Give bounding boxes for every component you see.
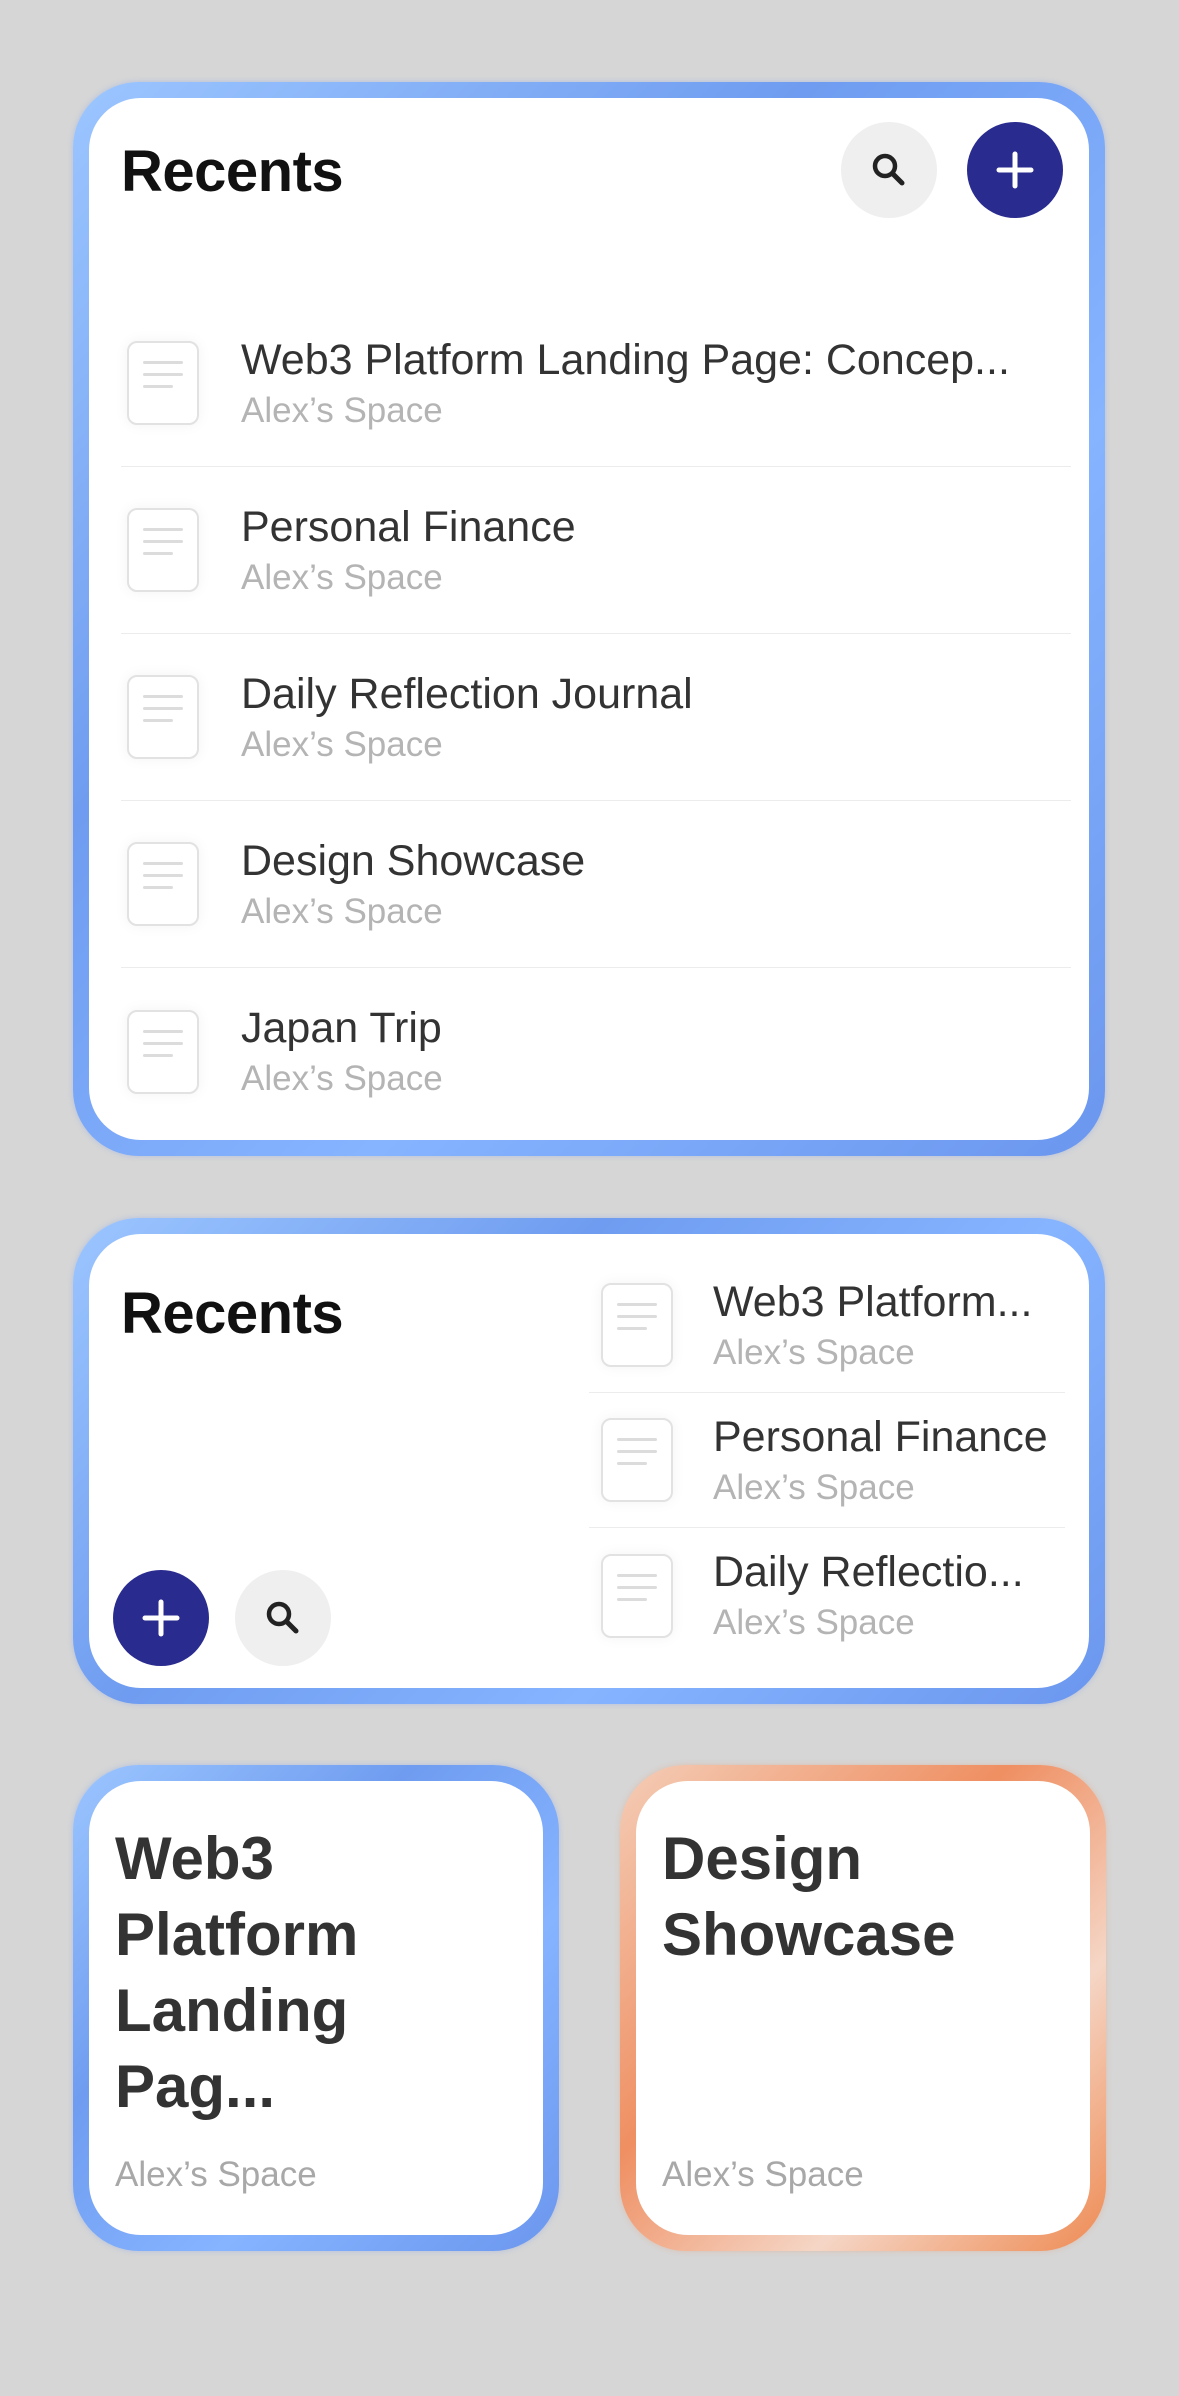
recents-widget-medium[interactable]: Recents Web3 Platform... Alex’s Space Pe… [73, 1218, 1105, 1704]
document-icon [127, 842, 199, 926]
plus-icon [996, 151, 1034, 189]
widget-title: Recents [121, 139, 344, 204]
list-item[interactable]: Japan Trip Alex’s Space [121, 968, 1071, 1135]
item-title: Personal Finance [241, 502, 576, 551]
document-icon [127, 1009, 199, 1094]
recents-widget-medium-card: Recents Web3 Platform... Alex’s Space Pe… [89, 1234, 1089, 1688]
document-icon [601, 1553, 673, 1638]
item-subtitle: Alex’s Space [241, 891, 443, 931]
search-button[interactable] [841, 122, 937, 218]
page-widget-small-card: Web3 Platform Landing Pag... Alex’s Spac… [89, 1781, 543, 2235]
item-subtitle: Alex’s Space [241, 1059, 443, 1098]
recents-widget-large[interactable]: Recents Web3 Platform Landing Page: Conc… [73, 82, 1105, 1156]
search-icon [266, 1601, 299, 1634]
page-title: Web3 Platform Landing Pag... [115, 1825, 359, 2120]
page-widget-small-card: Design Showcase Alex’s Space [636, 1781, 1090, 2235]
search-icon [872, 153, 905, 186]
list-item[interactable]: Personal Finance Alex’s Space [589, 1393, 1065, 1528]
document-icon [127, 341, 199, 425]
item-title: Design Showcase [241, 836, 586, 885]
page-subtitle: Alex’s Space [662, 2155, 864, 2194]
document-icon [601, 1418, 673, 1502]
document-icon [127, 675, 199, 759]
list-item[interactable]: Personal Finance Alex’s Space [121, 467, 1071, 634]
recents-widget-large-card: Recents Web3 Platform Landing Page: Conc… [89, 98, 1089, 1140]
list-item[interactable]: Web3 Platform... Alex’s Space [589, 1258, 1065, 1393]
item-title: Japan Trip [241, 1004, 442, 1052]
item-subtitle: Alex’s Space [241, 724, 443, 764]
recents-list: Web3 Platform Landing Page: Concep... Al… [121, 300, 1071, 1135]
item-subtitle: Alex’s Space [241, 390, 443, 430]
item-subtitle: Alex’s Space [713, 1603, 915, 1642]
item-title: Web3 Platform Landing Page: Concep... [241, 335, 1010, 384]
page-subtitle: Alex’s Space [115, 2155, 317, 2194]
widget-title: Recents [121, 1281, 344, 1346]
add-page-button[interactable] [113, 1570, 209, 1666]
plus-icon [142, 1599, 180, 1637]
page-widget-small[interactable]: Design Showcase Alex’s Space [620, 1765, 1106, 2251]
item-title: Web3 Platform... [713, 1277, 1033, 1326]
item-title: Daily Reflection Journal [241, 669, 693, 718]
page-widget-small[interactable]: Web3 Platform Landing Pag... Alex’s Spac… [73, 1765, 559, 2251]
list-item[interactable]: Daily Reflectio... Alex’s Space [589, 1528, 1065, 1663]
item-subtitle: Alex’s Space [713, 1467, 915, 1507]
search-button[interactable] [235, 1570, 331, 1666]
item-subtitle: Alex’s Space [713, 1332, 915, 1372]
add-page-button[interactable] [967, 122, 1063, 218]
list-item[interactable]: Daily Reflection Journal Alex’s Space [121, 634, 1071, 801]
document-icon [601, 1283, 673, 1367]
page-title: Design Showcase [662, 1825, 956, 1968]
list-item[interactable]: Web3 Platform Landing Page: Concep... Al… [121, 300, 1071, 467]
item-title: Personal Finance [713, 1412, 1048, 1461]
item-subtitle: Alex’s Space [241, 557, 443, 597]
list-item[interactable]: Design Showcase Alex’s Space [121, 801, 1071, 968]
document-icon [127, 508, 199, 592]
recents-list: Web3 Platform... Alex’s Space Personal F… [589, 1258, 1065, 1663]
item-title: Daily Reflectio... [713, 1548, 1024, 1596]
